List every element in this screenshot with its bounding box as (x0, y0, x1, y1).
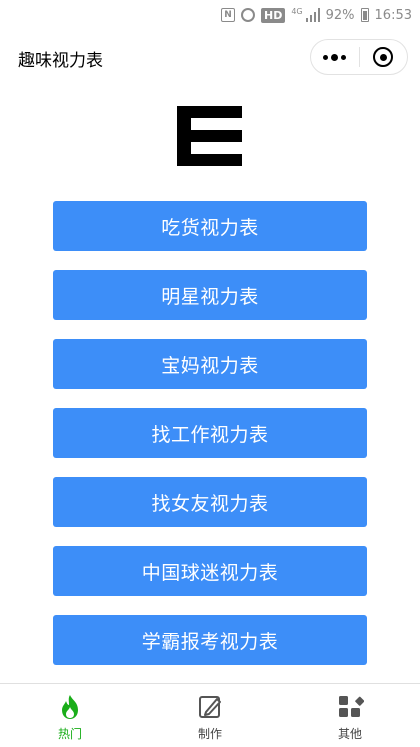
tab-create[interactable]: 制作 (140, 684, 280, 747)
mom-chart-button[interactable]: 宝妈视力表 (53, 339, 367, 389)
top-student-chart-button[interactable]: 学霸报考视力表 (53, 615, 367, 665)
mini-program-capsule (310, 39, 408, 75)
football-fan-chart-button[interactable]: 中国球迷视力表 (53, 546, 367, 596)
tab-create-label: 制作 (197, 727, 222, 741)
foodie-chart-button[interactable]: 吃货视力表 (53, 201, 367, 251)
chart-button-list: 吃货视力表 明星视力表 宝妈视力表 找工作视力表 找女友视力表 中国球迷视力表 … (53, 201, 367, 684)
tab-other-label: 其他 (337, 727, 362, 741)
close-button[interactable] (360, 40, 408, 74)
tab-hot-label: 热门 (57, 727, 82, 741)
grid-icon (339, 696, 364, 717)
flame-icon (62, 695, 78, 719)
close-target-icon (373, 47, 394, 67)
clock: 16:53 (374, 7, 412, 23)
bottom-tab-bar: 热门 制作 其他 (0, 683, 420, 747)
nfc-icon: N (220, 8, 235, 22)
eye-chart-e-icon (177, 106, 242, 166)
edit-icon (199, 696, 221, 718)
hd-badge: HD (260, 7, 286, 23)
status-bar: N HD 4G 92% 16:53 (0, 0, 420, 30)
signal-icon (305, 8, 320, 22)
more-dots-icon (323, 53, 347, 61)
tab-other[interactable]: 其他 (280, 684, 420, 747)
alarm-icon (240, 8, 255, 22)
network-type: 4G (291, 7, 303, 16)
more-button[interactable] (311, 40, 359, 74)
girlfriend-chart-button[interactable]: 找女友视力表 (53, 477, 367, 527)
battery-percent: 92% (325, 7, 355, 23)
nav-header: 趣味视力表 (0, 30, 420, 84)
celebrity-chart-button[interactable]: 明星视力表 (53, 270, 367, 320)
battery-icon (360, 8, 369, 22)
job-hunt-chart-button[interactable]: 找工作视力表 (53, 408, 367, 458)
tab-hot[interactable]: 热门 (0, 684, 140, 747)
app-screen: N HD 4G 92% 16:53 趣味视力表 吃货视力表 明星视力表 宝妈视力… (0, 0, 420, 747)
page-title: 趣味视力表 (18, 51, 103, 71)
